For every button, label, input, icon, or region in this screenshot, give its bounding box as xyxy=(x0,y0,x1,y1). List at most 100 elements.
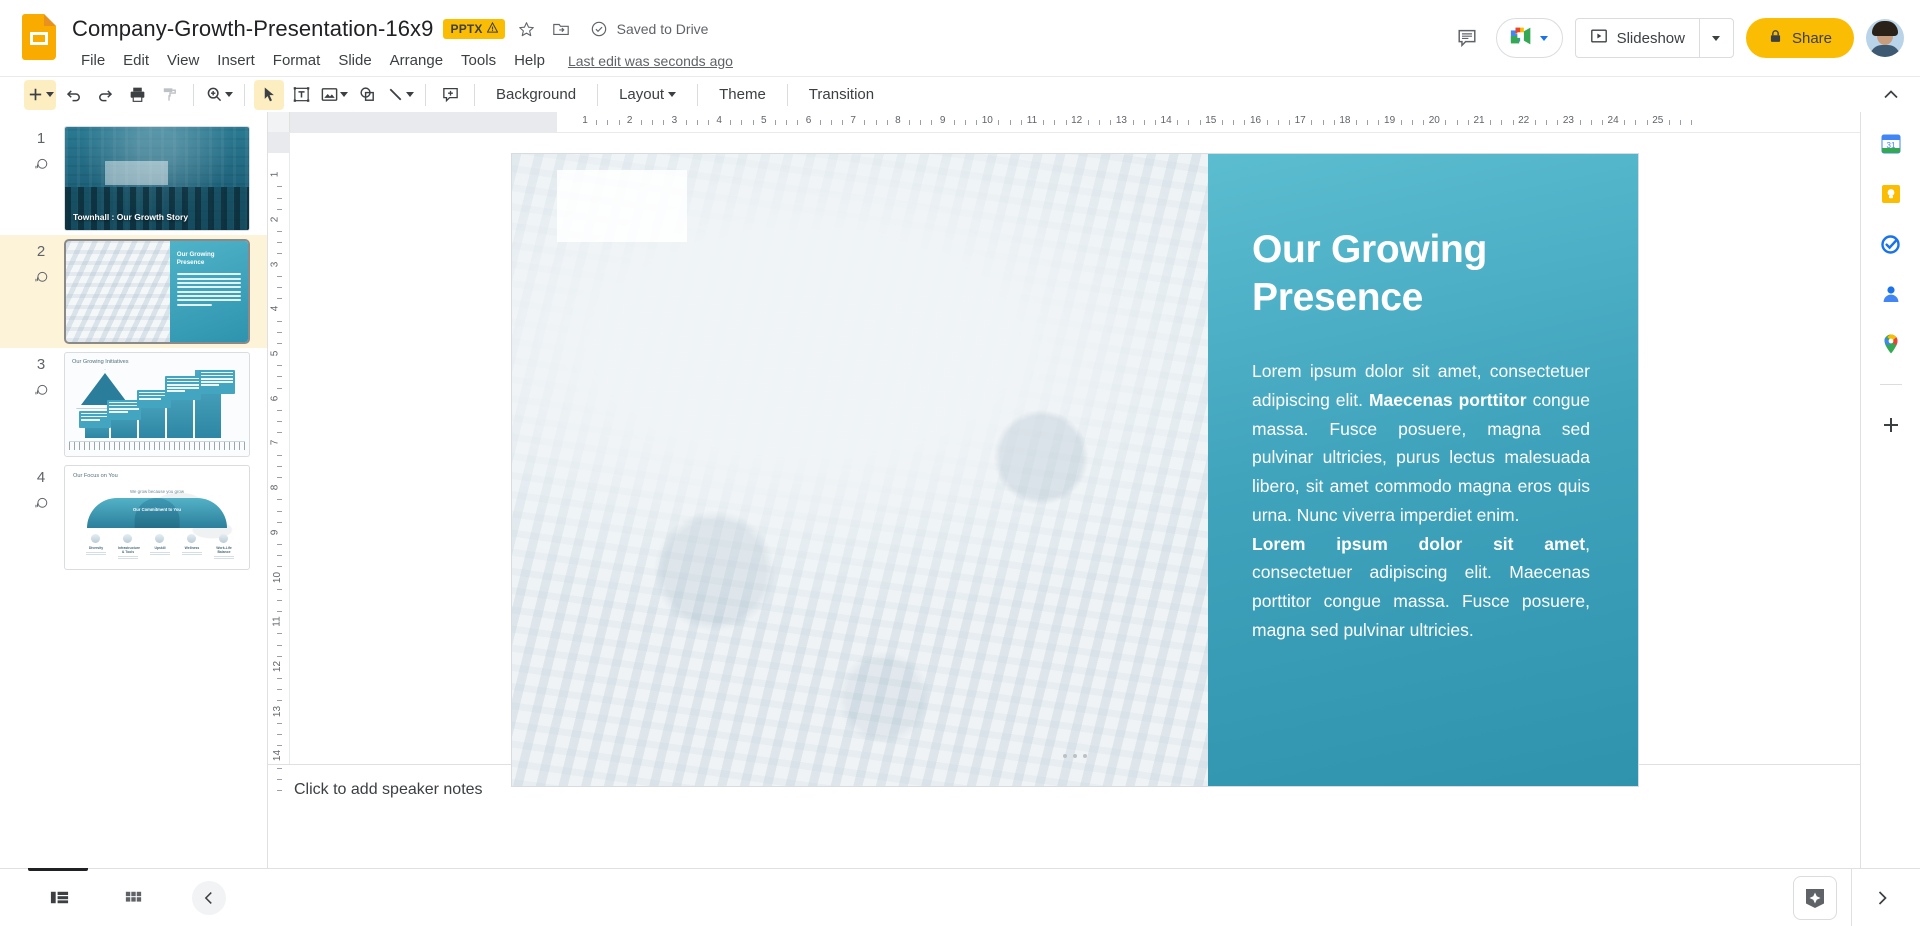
ruler-label-h: 9 xyxy=(940,115,946,126)
google-meet-button[interactable] xyxy=(1496,18,1563,58)
filmstrip-item-4[interactable]: 4 Our Focus on You We grow because you g… xyxy=(0,461,267,574)
undo-button[interactable] xyxy=(58,80,88,110)
slideshow-button[interactable]: Slideshow xyxy=(1576,19,1699,57)
transition-button[interactable]: Transition xyxy=(797,80,886,110)
thumb4-heading: Our Focus on You xyxy=(73,473,118,479)
ruler-tick-h xyxy=(1356,120,1357,125)
rail-divider xyxy=(1880,384,1902,385)
text-box-button[interactable] xyxy=(286,80,316,110)
menu-arrange[interactable]: Arrange xyxy=(381,49,452,72)
thumb1-title: Townhall : Our Growth Story xyxy=(73,212,241,223)
explore-button[interactable] xyxy=(1793,876,1837,920)
last-edit-link[interactable]: Last edit was seconds ago xyxy=(568,53,733,69)
filmstrip-view-icon[interactable] xyxy=(42,881,76,915)
menu-help[interactable]: Help xyxy=(505,49,554,72)
filmstrip-item-1[interactable]: 1 Townhall : Our Growth Story xyxy=(0,122,267,235)
ruler-tick-h xyxy=(1691,120,1692,125)
shape-button[interactable] xyxy=(352,80,382,110)
google-contacts-icon[interactable] xyxy=(1877,280,1905,308)
filmstrip-item-2[interactable]: 2 Our Growing Presence xyxy=(0,235,267,348)
ruler-tick-h xyxy=(1110,120,1111,125)
ruler-tick-v xyxy=(277,633,282,634)
background-button[interactable]: Background xyxy=(484,80,588,110)
slide-paragraph-2: Lorem ipsum dolor sit amet, consectetuer… xyxy=(1252,530,1590,645)
menu-view[interactable]: View xyxy=(158,49,208,72)
ruler-tick-v xyxy=(277,678,282,679)
new-slide-button[interactable] xyxy=(24,80,56,110)
star-icon[interactable] xyxy=(515,17,539,41)
slide-background-window xyxy=(557,170,687,242)
grid-view-icon[interactable] xyxy=(117,881,151,915)
ruler-tick-h xyxy=(1445,120,1446,125)
slide-thumbnail-1[interactable]: Townhall : Our Growth Story xyxy=(64,126,250,231)
ruler-tick-h xyxy=(1188,120,1189,125)
document-title[interactable]: Company-Growth-Presentation-16x9 xyxy=(72,16,433,42)
slide-body[interactable]: Lorem ipsum dolor sit amet, consectetuer… xyxy=(1252,357,1590,644)
toolbar-divider xyxy=(244,84,245,106)
paint-format-button[interactable] xyxy=(154,80,184,110)
line-button[interactable] xyxy=(384,80,416,110)
ruler-label-h: 25 xyxy=(1652,115,1663,126)
move-to-folder-icon[interactable] xyxy=(549,17,573,41)
slide-stage[interactable]: Our Growing Presence Lorem ipsum dolor s… xyxy=(290,133,1860,764)
ruler-tick-v xyxy=(277,209,282,210)
menu-edit[interactable]: Edit xyxy=(114,49,158,72)
slide-thumbnail-3[interactable]: Our Growing Initiatives xyxy=(64,352,250,457)
ruler-label-v: 6 xyxy=(269,395,280,401)
add-on-plus-icon[interactable] xyxy=(1877,411,1905,439)
filmstrip-item-3[interactable]: 3 Our Growing Initiatives xyxy=(0,348,267,461)
menu-slide[interactable]: Slide xyxy=(329,49,380,72)
ruler-tick-h xyxy=(1144,120,1145,125)
ruler-label-v: 9 xyxy=(269,530,280,536)
ruler-tick-h xyxy=(976,120,977,125)
thumb4-dome-label: Our Commitment to You xyxy=(131,507,183,512)
ruler-label-v: 3 xyxy=(269,261,280,267)
active-slide-canvas[interactable]: Our Growing Presence Lorem ipsum dolor s… xyxy=(511,153,1639,787)
zoom-button[interactable] xyxy=(203,80,235,110)
google-tasks-icon[interactable] xyxy=(1877,230,1905,258)
menu-tools[interactable]: Tools xyxy=(452,49,505,72)
thumb4-col-label: Work-Life Balance xyxy=(214,546,234,554)
save-status[interactable]: Saved to Drive xyxy=(587,17,709,41)
ruler-tick-h xyxy=(1580,120,1581,125)
ruler-tick-v xyxy=(277,186,282,187)
file-format-badge[interactable]: PPTX xyxy=(443,19,504,39)
google-keep-icon[interactable] xyxy=(1877,180,1905,208)
slide-text-panel[interactable]: Our Growing Presence Lorem ipsum dolor s… xyxy=(1208,154,1638,786)
ruler-label-v: 10 xyxy=(272,571,283,582)
ruler-tick-v xyxy=(277,689,282,690)
theme-button[interactable]: Theme xyxy=(707,80,778,110)
horizontal-ruler[interactable]: 1234567891011121314151617181920212223242… xyxy=(268,112,1860,133)
insert-image-button[interactable] xyxy=(318,80,350,110)
slide-title[interactable]: Our Growing Presence xyxy=(1252,226,1590,321)
vertical-ruler[interactable]: 1234567891011121314 xyxy=(268,133,290,764)
menu-file[interactable]: File xyxy=(72,49,114,72)
thumb4-col-label: Infrastructure & Tools xyxy=(118,546,138,554)
ruler-tick-h xyxy=(1535,120,1536,125)
redo-button[interactable] xyxy=(90,80,120,110)
slideshow-options-caret[interactable] xyxy=(1699,19,1733,57)
slide-thumbnail-4[interactable]: Our Focus on You We grow because you gro… xyxy=(64,465,250,570)
menu-format[interactable]: Format xyxy=(264,49,330,72)
ruler-tick-v xyxy=(277,455,282,456)
avatar[interactable] xyxy=(1866,19,1904,57)
slide-filmstrip[interactable]: 1 Townhall : Our Growth Story 2 xyxy=(0,112,268,868)
comment-history-icon[interactable] xyxy=(1450,21,1484,55)
side-panel-rail: 31 xyxy=(1860,112,1920,868)
share-button[interactable]: Share xyxy=(1746,18,1854,58)
select-tool-button[interactable] xyxy=(254,80,284,110)
google-calendar-icon[interactable]: 31 xyxy=(1877,130,1905,158)
ruler-tick-h xyxy=(1378,120,1379,125)
print-button[interactable] xyxy=(122,80,152,110)
collapse-toolbar-button[interactable] xyxy=(1876,80,1906,110)
ruler-tick-h xyxy=(663,120,664,125)
add-comment-button[interactable] xyxy=(435,80,465,110)
collapse-panel-button[interactable] xyxy=(192,881,226,915)
slide-thumbnail-2[interactable]: Our Growing Presence xyxy=(64,239,250,344)
layout-button[interactable]: Layout xyxy=(607,80,688,110)
expand-side-panel-button[interactable] xyxy=(1852,869,1912,926)
ruler-tick-h xyxy=(1323,120,1324,125)
google-meet-icon xyxy=(1509,25,1535,52)
google-maps-icon[interactable] xyxy=(1877,330,1905,358)
menu-insert[interactable]: Insert xyxy=(208,49,264,72)
